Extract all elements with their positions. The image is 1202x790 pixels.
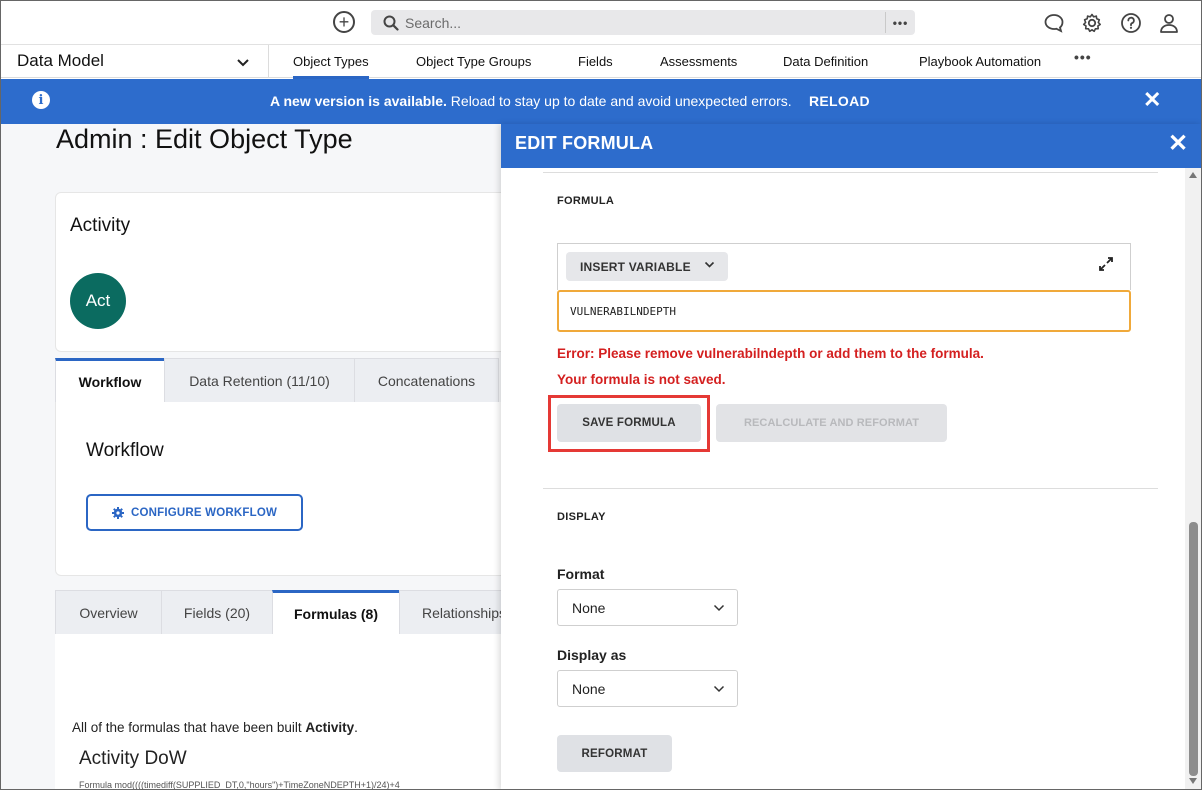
panel-scrollbar[interactable]: [1185, 168, 1202, 790]
divider: [543, 488, 1158, 489]
info-icon: i: [32, 91, 50, 109]
reformat-button[interactable]: REFORMAT: [557, 735, 672, 772]
page-title: Admin : Edit Object Type: [56, 124, 353, 154]
tab-assessments[interactable]: Assessments: [660, 54, 737, 69]
formula-not-saved-message: Your formula is not saved.: [557, 372, 726, 387]
format-value: None: [572, 599, 606, 616]
formula-error-message: Error: Please remove vulnerabilndepth or…: [557, 346, 984, 361]
tab-data-retention[interactable]: Data Retention (11/10): [164, 358, 355, 403]
object-type-card: Activity Act: [55, 192, 501, 352]
formula-name: Activity DoW: [79, 748, 187, 769]
banner-message-bold: A new version is available.: [270, 93, 447, 109]
update-banner: i A new version is available. Reload to …: [0, 79, 1202, 124]
display-section-label: DISPLAY: [557, 511, 606, 523]
formulas-desc-prefix: All of the formulas that have been built: [72, 720, 306, 735]
chevron-down-icon: [713, 685, 725, 693]
expand-icon[interactable]: [1098, 256, 1114, 272]
tab-object-type-groups[interactable]: Object Type Groups: [416, 54, 531, 69]
avatar: Act: [70, 273, 126, 329]
add-circle-icon[interactable]: +: [333, 11, 355, 33]
tab-data-definition[interactable]: Data Definition: [783, 54, 868, 69]
data-model-select[interactable]: Data Model: [0, 45, 269, 78]
formula-editor-toolbar: INSERT VARIABLE: [557, 243, 1131, 290]
close-icon[interactable]: ✕: [1168, 129, 1188, 158]
nav-bar: Data Model Object Types Object Type Grou…: [0, 45, 1202, 79]
insert-variable-button[interactable]: INSERT VARIABLE: [566, 252, 728, 281]
gear-icon[interactable]: [1079, 10, 1105, 36]
configure-workflow-label: CONFIGURE WORKFLOW: [130, 506, 278, 519]
chevron-down-icon: [713, 604, 725, 612]
formulas-desc-object: Activity: [305, 720, 355, 735]
formula-snippet: Formula mod((((timediff(SUPPLIED_DT,0,"h…: [79, 780, 400, 790]
user-icon[interactable]: [1156, 10, 1182, 36]
divider: [543, 172, 1158, 173]
display-as-label: Display as: [557, 647, 627, 663]
panel-title: EDIT FORMULA: [515, 133, 654, 153]
banner-close-icon[interactable]: ✕: [1143, 87, 1161, 113]
card-title: Activity: [70, 215, 131, 236]
formula-section-label: FORMULA: [557, 195, 615, 207]
tab-overview[interactable]: Overview: [55, 590, 162, 635]
banner-message: A new version is available. Reload to st…: [270, 93, 792, 109]
tab-fields[interactable]: Fields: [578, 54, 613, 69]
scroll-thumb[interactable]: [1189, 522, 1198, 776]
display-as-select[interactable]: None: [557, 670, 738, 707]
format-select[interactable]: None: [557, 589, 738, 626]
data-model-label: Data Model: [17, 51, 104, 70]
display-as-value: None: [572, 680, 606, 697]
help-icon[interactable]: [1118, 10, 1144, 36]
chat-icon[interactable]: [1041, 10, 1067, 36]
tab-workflow[interactable]: Workflow: [55, 358, 165, 403]
tab-formulas[interactable]: Formulas (8): [272, 590, 400, 635]
search-bar[interactable]: •••: [371, 10, 915, 35]
workflow-panel: Workflow CONFIGURE WORKFLOW: [55, 402, 501, 576]
recalculate-reformat-button[interactable]: RECALCULATE AND REFORMAT: [716, 404, 947, 442]
workflow-title: Workflow: [86, 440, 164, 461]
save-formula-button[interactable]: SAVE FORMULA: [557, 404, 701, 442]
configure-workflow-button[interactable]: CONFIGURE WORKFLOW: [86, 494, 303, 531]
formulas-desc-suffix: .: [354, 720, 358, 735]
more-icon[interactable]: •••: [885, 12, 915, 33]
chevron-down-icon: [704, 261, 715, 268]
scroll-down-arrow[interactable]: [1189, 778, 1197, 784]
chevron-down-icon: [236, 55, 250, 73]
reload-link[interactable]: RELOAD: [809, 93, 870, 109]
object-type-tabs: Overview Fields (20) Formulas (8) Relati…: [55, 590, 501, 635]
search-input[interactable]: [405, 14, 875, 31]
panel-body: FORMULA INSERT VARIABLE VULNERABILNDEPTH…: [501, 168, 1185, 790]
insert-variable-label: INSERT VARIABLE: [580, 259, 691, 274]
tab-playbook-automation[interactable]: Playbook Automation: [919, 54, 1041, 69]
formulas-panel: All of the formulas that have been built…: [55, 634, 501, 790]
format-label: Format: [557, 566, 605, 582]
panel-header: EDIT FORMULA ✕: [501, 124, 1202, 168]
edit-formula-panel: EDIT FORMULA ✕ FORMULA INSERT VARIABLE V…: [501, 124, 1202, 790]
tab-fields-20[interactable]: Fields (20): [161, 590, 273, 635]
tab-relationships[interactable]: Relationships: [399, 590, 501, 635]
nav-more-icon[interactable]: •••: [1074, 49, 1092, 65]
top-bar: + •••: [0, 0, 1202, 45]
workflow-tabs: Workflow Data Retention (11/10) Concaten…: [55, 358, 501, 403]
background-page: Admin : Edit Object Type Activity Act Wo…: [0, 124, 501, 790]
search-icon: [383, 15, 405, 31]
formulas-description: All of the formulas that have been built…: [72, 720, 358, 735]
scroll-up-arrow[interactable]: [1189, 172, 1197, 178]
gear-icon: [111, 506, 124, 519]
tab-concatenations[interactable]: Concatenations: [354, 358, 499, 403]
formula-input[interactable]: VULNERABILNDEPTH: [557, 290, 1131, 332]
banner-message-rest: Reload to stay up to date and avoid unex…: [446, 93, 792, 109]
tab-object-types[interactable]: Object Types: [293, 54, 369, 79]
